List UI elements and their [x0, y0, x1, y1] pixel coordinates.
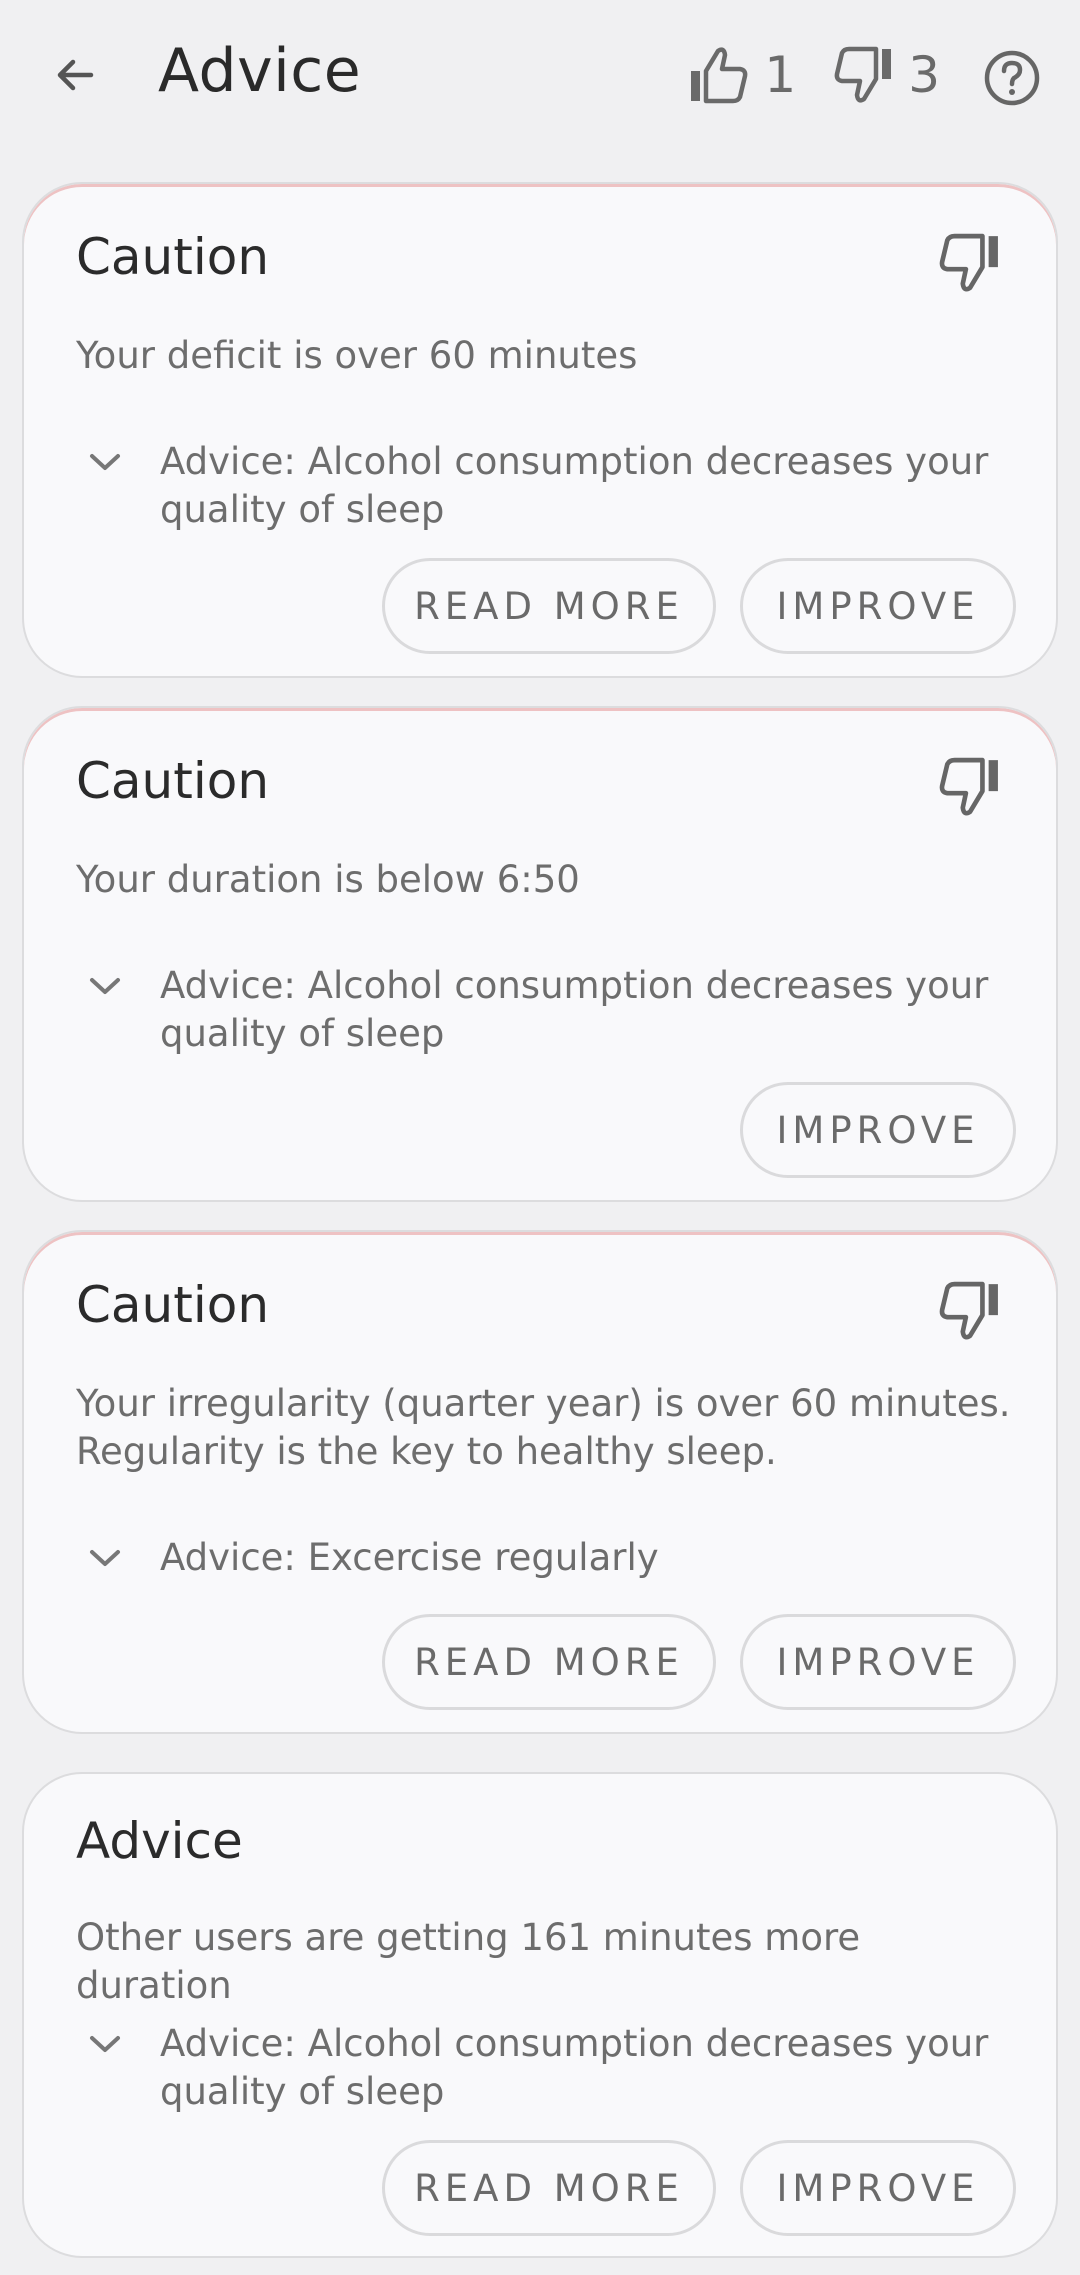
back-button[interactable]	[40, 40, 110, 110]
help-button[interactable]	[974, 40, 1050, 116]
thumbs-down-icon	[834, 46, 892, 103]
improve-button[interactable]: IMPROVE	[740, 2140, 1016, 2236]
advice-card: Caution Your deficit is over 60 minutes …	[22, 182, 1058, 678]
card-heading: Caution	[76, 228, 270, 286]
vote-summary: 1 3	[688, 40, 940, 110]
advice-expander[interactable]: Advice: Alcohol consumption decreases yo…	[76, 962, 1026, 1058]
advice-card: Caution Your irregularity (quarter year)…	[22, 1230, 1058, 1734]
likes-button[interactable]: 1	[688, 45, 796, 105]
card-message: Other users are getting 161 minutes more…	[76, 1916, 861, 2007]
card-message: Your deficit is over 60 minutes	[76, 334, 638, 377]
advice-text: Advice: Alcohol consumption decreases yo…	[160, 2022, 989, 2113]
advice-card: Advice Other users are getting 161 minut…	[22, 1772, 1058, 2258]
help-circle-icon	[984, 50, 1040, 106]
card-heading: Advice	[76, 1812, 243, 1870]
dislikes-button[interactable]: 3	[832, 45, 940, 105]
improve-button[interactable]: IMPROVE	[740, 1614, 1016, 1710]
thumbs-down-icon[interactable]	[936, 1280, 1002, 1342]
advice-text: Advice: Alcohol consumption decreases yo…	[160, 440, 989, 531]
card-message: Your duration is below 6:50	[76, 858, 580, 901]
advice-expander[interactable]: Advice: Alcohol consumption decreases yo…	[76, 438, 1026, 534]
advice-text: Advice: Alcohol consumption decreases yo…	[160, 964, 989, 1055]
advice-expander[interactable]: Advice: Excercise regularly	[76, 1534, 1026, 1582]
arrow-left-icon	[57, 59, 94, 91]
card-message: Your irregularity (quarter year) is over…	[76, 1382, 1011, 1473]
improve-button[interactable]: IMPROVE	[740, 558, 1016, 654]
dislikes-count: 3	[908, 46, 940, 104]
chevron-down-icon	[76, 962, 134, 1010]
card-heading: Caution	[76, 1276, 270, 1334]
thumbs-down-icon[interactable]	[936, 756, 1002, 818]
card-heading: Caution	[76, 752, 270, 810]
page-title: Advice	[158, 36, 362, 106]
app-bar: Advice 1 3	[0, 0, 1080, 160]
advice-text: Advice: Excercise regularly	[160, 1536, 659, 1579]
improve-button[interactable]: IMPROVE	[740, 1082, 1016, 1178]
read-more-button[interactable]: READ MORE	[382, 558, 716, 654]
read-more-button[interactable]: READ MORE	[382, 1614, 716, 1710]
chevron-down-icon	[76, 438, 134, 486]
read-more-button[interactable]: READ MORE	[382, 2140, 716, 2236]
chevron-down-icon	[76, 2020, 134, 2068]
chevron-down-icon	[76, 1534, 134, 1582]
advice-card: Caution Your duration is below 6:50 Advi…	[22, 706, 1058, 1202]
thumbs-down-icon[interactable]	[936, 232, 1002, 294]
advice-expander[interactable]: Advice: Alcohol consumption decreases yo…	[76, 2020, 1026, 2116]
thumbs-up-icon	[691, 47, 748, 104]
likes-count: 1	[764, 46, 797, 104]
